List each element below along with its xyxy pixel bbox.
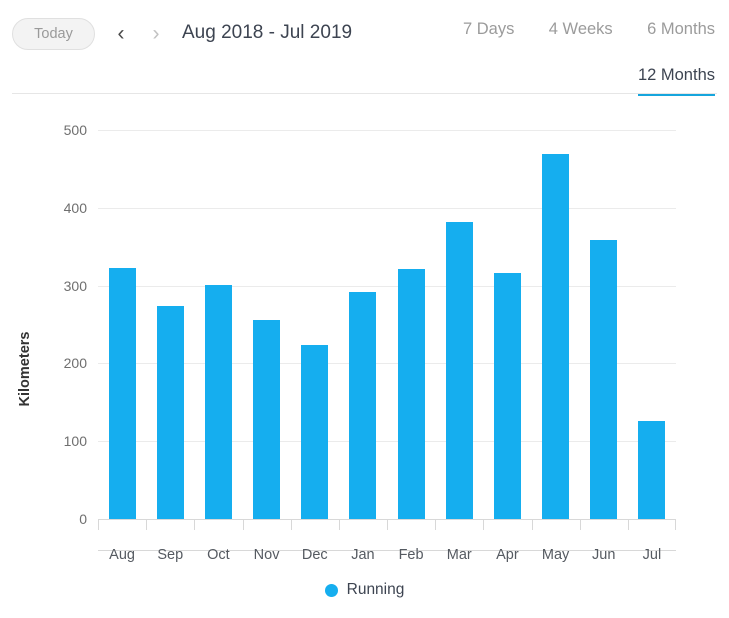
legend-item-running[interactable]: Running [324, 581, 405, 599]
today-button[interactable]: Today [12, 18, 95, 50]
y-axis-tick-label: 200 [63, 355, 87, 372]
next-period-icon[interactable]: › [145, 20, 167, 48]
bar[interactable] [590, 240, 618, 519]
bar[interactable] [349, 291, 377, 519]
x-axis-tick [675, 519, 676, 530]
y-axis-title: Kilometers [17, 331, 33, 407]
activity-stats-panel: Today ‹ › Aug 2018 - Jul 2019 7 Days 4 W… [0, 0, 729, 618]
period-tabs: 7 Days 4 Weeks 6 Months 12 Months [385, 14, 715, 96]
date-range-title: Aug 2018 - Jul 2019 [182, 22, 353, 43]
x-axis-tick-label: Jul [642, 547, 662, 563]
x-axis-tick [339, 519, 340, 530]
gridline [98, 207, 676, 209]
tab-4-weeks[interactable]: 4 Weeks [549, 14, 613, 50]
bar[interactable] [493, 273, 521, 519]
bar[interactable] [638, 420, 666, 519]
bar[interactable] [156, 305, 184, 519]
x-axis-tick [483, 519, 484, 530]
running-distance-bar-chart: Kilometers 0 100 200 300 400 500 Aug Sep Oct Nov… [0, 94, 729, 618]
plot-area [98, 130, 676, 519]
y-axis-tick-label: 300 [63, 277, 87, 294]
bar[interactable] [445, 221, 473, 519]
tab-12-months[interactable]: 12 Months [637, 60, 715, 96]
bar[interactable] [542, 154, 570, 519]
x-axis-tick [98, 519, 99, 530]
x-axis-tick [146, 519, 147, 530]
y-axis-tick-label: 400 [63, 199, 87, 216]
legend-marker-icon [324, 583, 338, 597]
y-axis-tick-label: 500 [63, 122, 87, 138]
bar[interactable] [253, 319, 281, 519]
bar[interactable] [204, 284, 232, 519]
bar[interactable] [108, 267, 136, 519]
tab-7-days[interactable]: 7 Days [463, 14, 514, 50]
gridline [98, 130, 676, 131]
y-axis-tick-label: 0 [79, 511, 87, 527]
tab-6-months[interactable]: 6 Months [647, 14, 715, 50]
x-axis-tick [532, 519, 533, 530]
y-axis-tick-label: 100 [63, 433, 87, 450]
x-axis-tick [435, 519, 436, 530]
x-axis-tick [291, 519, 292, 530]
bar[interactable] [301, 344, 329, 519]
chart-legend: Running [0, 581, 729, 599]
x-axis-tick [243, 519, 244, 530]
chart-toolbar: Today ‹ › Aug 2018 - Jul 2019 7 Days 4 W… [0, 0, 729, 96]
bar[interactable] [397, 269, 425, 519]
x-axis-tick [387, 519, 388, 530]
legend-label-running: Running [346, 581, 405, 598]
previous-period-icon[interactable]: ‹ [110, 20, 132, 48]
x-axis-tick [628, 519, 629, 530]
x-axis-tick [580, 519, 581, 530]
x-axis-tick [194, 519, 195, 530]
